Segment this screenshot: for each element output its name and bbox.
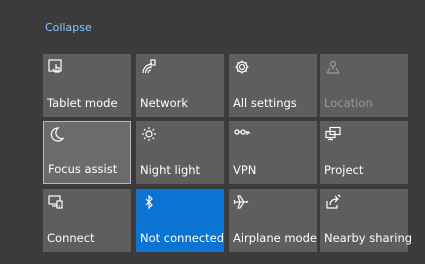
tile-label: Not connected xyxy=(140,231,225,245)
tile-label: Airplane mode xyxy=(233,231,317,245)
bluetooth-tile[interactable]: Not connected xyxy=(136,189,224,252)
vpn-icon xyxy=(233,125,251,143)
sun-icon xyxy=(140,125,158,143)
connect-icon xyxy=(47,193,65,211)
nearby-sharing-icon xyxy=(324,193,342,211)
tile-label: VPN xyxy=(233,163,257,177)
airplane-icon xyxy=(233,193,251,211)
tile-label: All settings xyxy=(233,96,297,110)
night-light-tile[interactable]: Night light xyxy=(136,121,224,184)
tile-label: Night light xyxy=(140,163,201,177)
all-settings-tile[interactable]: All settings xyxy=(229,54,317,117)
tile-label: Location xyxy=(324,96,373,110)
location-tile[interactable]: Location xyxy=(320,54,408,117)
airplane-mode-tile[interactable]: Airplane mode xyxy=(229,189,317,252)
bluetooth-icon xyxy=(140,193,158,211)
tile-label: Project xyxy=(324,163,364,177)
connect-tile[interactable]: Connect xyxy=(43,189,131,252)
tile-label: Network xyxy=(140,96,189,110)
network-tile[interactable]: Network xyxy=(136,54,224,117)
tablet-mode-icon xyxy=(47,58,65,76)
location-icon xyxy=(324,58,342,76)
moon-icon xyxy=(48,126,66,144)
tablet-mode-tile[interactable]: Tablet mode xyxy=(43,54,131,117)
tile-label: Nearby sharing xyxy=(324,231,413,245)
tile-label: Tablet mode xyxy=(47,96,118,110)
action-center-quick-actions: Collapse Tablet mode Network All setting… xyxy=(0,0,425,264)
nearby-sharing-tile[interactable]: Nearby sharing xyxy=(320,189,412,252)
network-icon xyxy=(140,58,158,76)
focus-assist-tile[interactable]: Focus assist xyxy=(43,121,131,184)
collapse-link[interactable]: Collapse xyxy=(45,21,92,34)
tile-label: Connect xyxy=(47,231,95,245)
project-icon xyxy=(324,125,342,143)
tile-label: Focus assist xyxy=(48,162,118,176)
project-tile[interactable]: Project xyxy=(320,121,408,184)
gear-icon xyxy=(233,58,251,76)
vpn-tile[interactable]: VPN xyxy=(229,121,317,184)
